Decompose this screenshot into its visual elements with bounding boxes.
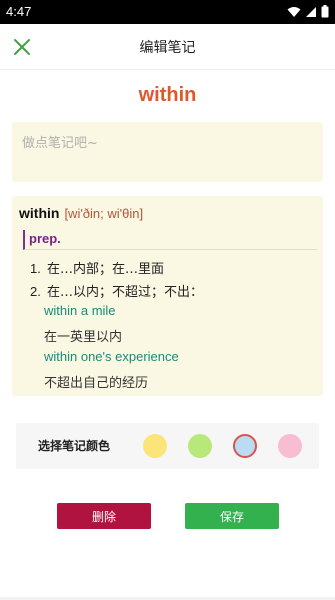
status-bar: 4:47 (0, 0, 335, 24)
note-color-panel: 选择笔记颜色 (16, 423, 319, 469)
sense-item: 2. 在…以内；不超过；不出： (30, 281, 203, 300)
example-english: within one's experience (44, 349, 179, 364)
status-time: 4:47 (6, 4, 32, 19)
color-swatch-yellow[interactable] (143, 434, 167, 458)
phonetic: [wi'ðin; wi'θin] (64, 206, 144, 221)
battery-icon (321, 5, 329, 18)
definition-word: within (19, 205, 60, 221)
app-bar: 编辑笔记 (0, 24, 335, 70)
sense-number: 2. (30, 284, 41, 299)
save-button[interactable]: 保存 (185, 503, 279, 529)
sense-number: 1. (30, 261, 41, 276)
part-of-speech-bar: prep. (23, 230, 317, 250)
color-swatch-green[interactable] (188, 434, 212, 458)
signal-icon (306, 6, 316, 17)
delete-button[interactable]: 删除 (57, 503, 151, 529)
example-chinese: 不超出自己的经历 (44, 376, 149, 391)
color-swatch-pink[interactable] (278, 434, 302, 458)
example-chinese: 在一英里以内 (44, 330, 123, 345)
note-color-label: 选择笔记颜色 (38, 439, 111, 453)
page-title: 编辑笔记 (139, 40, 196, 56)
part-of-speech: prep. (29, 231, 61, 246)
sense-item: 1. 在…内部；在…里面 (30, 258, 164, 277)
wifi-icon (287, 6, 301, 17)
note-input[interactable] (12, 122, 323, 182)
definition-card: within [wi'ðin; wi'θin] prep. 1. 在…内部；在…… (12, 196, 323, 396)
sense-text: 在…内部；在…里面 (46, 262, 164, 277)
definition-header: within [wi'ðin; wi'θin] (19, 205, 143, 221)
sense-text: 在…以内；不超过；不出： (46, 285, 203, 300)
status-icons (287, 5, 329, 18)
example-english: within a mile (44, 303, 116, 318)
word-heading: within (138, 84, 197, 106)
color-swatch-blue[interactable] (233, 434, 257, 458)
